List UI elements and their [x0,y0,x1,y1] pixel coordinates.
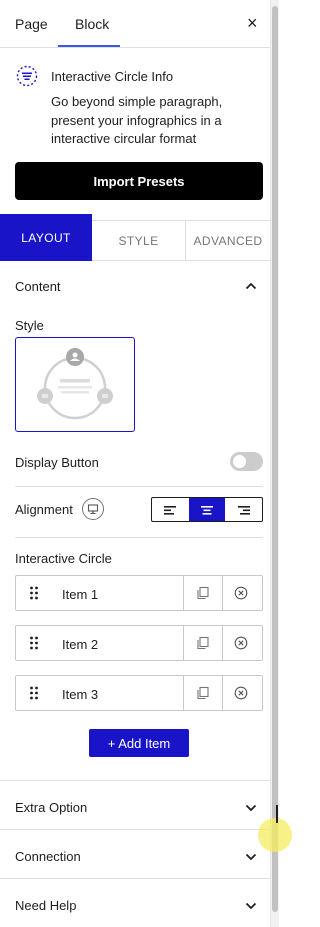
alignment-control [151,497,263,522]
drag-handle-icon[interactable] [29,585,39,604]
interactive-circle-icon [16,65,38,90]
close-icon[interactable]: × [247,13,258,33]
align-center-button[interactable] [188,498,226,521]
scrollbar-thumb[interactable] [272,6,278,912]
accordion-connection[interactable]: Connection [0,830,270,879]
item-label: Item 1 [62,587,99,602]
list-item[interactable]: Item 1 [15,575,263,611]
item-label: Item 3 [62,687,99,702]
separator [183,676,184,710]
separator [222,576,223,610]
style-preset-thumbnail[interactable] [15,337,135,432]
list-item[interactable]: Item 2 [15,625,263,661]
chevron-down-icon [244,899,258,916]
block-title: Interactive Circle Info [51,69,174,84]
accordion-need-help[interactable]: Need Help [0,879,270,927]
remove-circle-icon[interactable] [234,586,248,603]
active-tab-indicator [58,45,120,47]
block-description: Go beyond simple paragraph, present your… [51,94,223,146]
content-section-title[interactable]: Content [15,279,61,294]
alignment-label: Alignment [15,502,73,517]
cursor-highlight [258,818,292,852]
tab-page[interactable]: Page [15,16,48,32]
style-label: Style [15,318,44,333]
duplicate-icon[interactable] [196,586,210,603]
align-right-button[interactable] [225,498,262,521]
tab-style[interactable]: STYLE [92,220,185,261]
circle-preset-preview-icon [37,348,113,420]
align-left-icon [164,505,177,515]
remove-circle-icon[interactable] [234,686,248,703]
chevron-up-icon[interactable] [244,279,258,296]
chevron-down-icon [244,801,258,818]
scrollbar[interactable] [270,0,279,927]
tab-layout[interactable]: LAYOUT [0,214,92,261]
tab-block[interactable]: Block [75,16,109,32]
desktop-device-icon[interactable] [82,498,104,520]
add-item-button[interactable]: + Add Item [89,729,189,757]
chevron-down-icon [244,850,258,867]
block-settings-sidebar: Page Block × Interactive Circle Info Go … [0,0,270,913]
interactive-circle-label: Interactive Circle [15,551,112,566]
separator [183,576,184,610]
separator [222,626,223,660]
accordion-extra-option[interactable]: Extra Option [0,781,270,830]
list-item[interactable]: Item 3 [15,675,263,711]
item-label: Item 2 [62,637,99,652]
duplicate-icon[interactable] [196,636,210,653]
drag-handle-icon[interactable] [29,635,39,654]
toggle-knob [233,455,246,468]
accordion-label: Connection [15,849,81,864]
align-right-icon [237,505,250,515]
align-left-button[interactable] [152,498,189,521]
import-presets-button[interactable]: Import Presets [15,162,263,200]
accordion-label: Need Help [15,898,77,913]
divider [15,537,263,538]
align-center-icon [201,505,213,515]
display-button-label: Display Button [15,455,99,470]
sidebar-header: Page Block × [0,0,270,48]
tab-advanced[interactable]: ADVANCED [185,220,270,261]
display-button-toggle[interactable] [230,452,263,471]
separator [183,626,184,660]
duplicate-icon[interactable] [196,686,210,703]
panel-tabs: LAYOUT STYLE ADVANCED [0,214,270,262]
text-cursor-icon [276,805,278,823]
separator [222,676,223,710]
divider [15,486,263,487]
drag-handle-icon[interactable] [29,685,39,704]
remove-circle-icon[interactable] [234,636,248,653]
accordion-label: Extra Option [15,800,88,815]
